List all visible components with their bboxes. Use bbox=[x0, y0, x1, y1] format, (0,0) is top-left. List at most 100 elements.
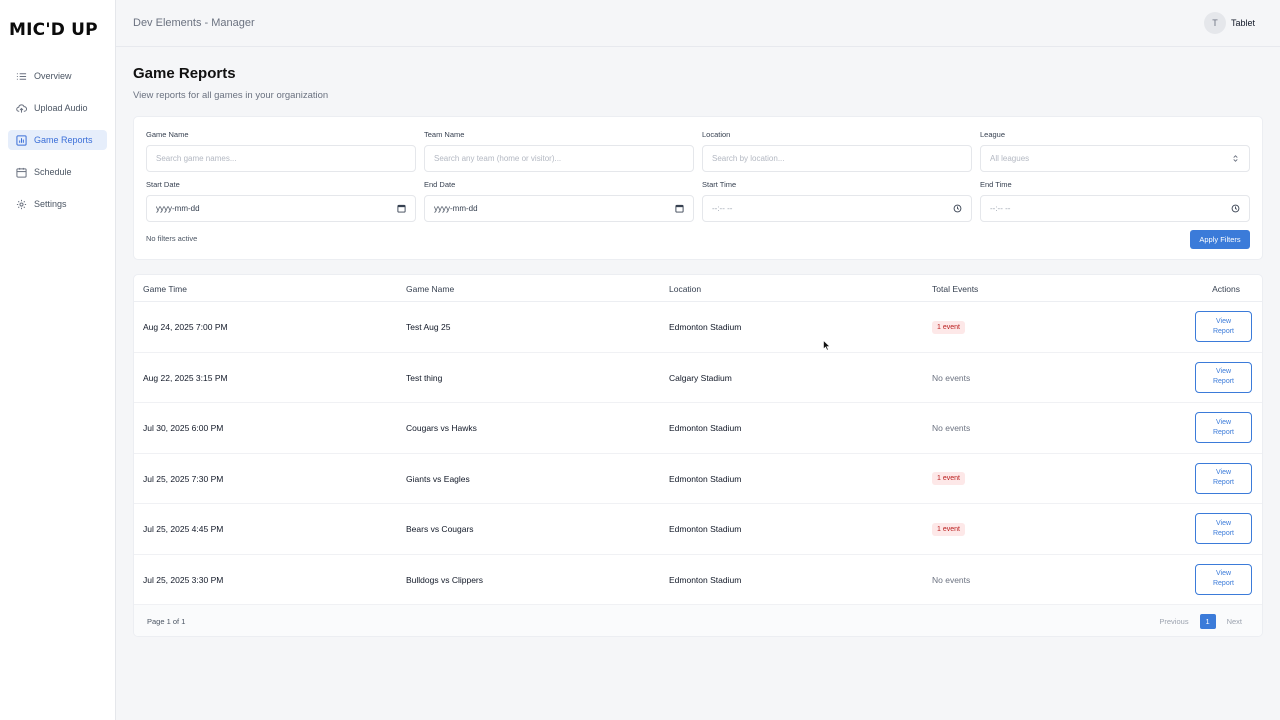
cell-location: Edmonton Stadium bbox=[669, 322, 742, 332]
view-report-label: View Report bbox=[1213, 367, 1234, 387]
sidebar-item-label: Game Reports bbox=[34, 135, 93, 145]
list-icon bbox=[16, 72, 27, 80]
events-text: No events bbox=[932, 423, 971, 433]
start-date-filter: Start Date yyyy-mm-dd bbox=[146, 180, 416, 222]
column-header-game-name: Game Name bbox=[406, 284, 455, 294]
next-page-button[interactable]: Next bbox=[1227, 617, 1242, 626]
start-time-filter: Start Time --:-- -- bbox=[702, 180, 972, 222]
field-label: Start Time bbox=[702, 180, 737, 189]
view-report-label-line-1: View bbox=[1215, 570, 1232, 577]
cell-game-time: Aug 22, 2025 3:15 PM bbox=[143, 372, 228, 383]
cell-total-events: 1 event bbox=[932, 302, 965, 352]
view-report-button[interactable]: View Report bbox=[1195, 361, 1252, 393]
date-placeholder: yyyy-mm-dd bbox=[434, 204, 478, 213]
filters-panel: Game Name Team Name Location League All … bbox=[133, 116, 1263, 260]
time-placeholder: --:-- -- bbox=[990, 204, 1011, 213]
page-info: Page 1 of 1 bbox=[147, 617, 186, 626]
cell-game-name: Test Aug 25 bbox=[406, 322, 451, 332]
field-label: Start Date bbox=[146, 180, 180, 189]
sidebar-item-upload-audio[interactable]: Upload Audio bbox=[8, 98, 107, 118]
page-number-button[interactable]: 1 bbox=[1199, 614, 1216, 629]
page-subtitle: View reports for all games in your organ… bbox=[133, 90, 329, 101]
cell-location: Edmonton Stadium bbox=[669, 524, 742, 534]
cell-total-events: No events bbox=[932, 353, 970, 403]
sidebar-item-game-reports[interactable]: Game Reports bbox=[8, 130, 107, 150]
end-time-input[interactable]: --:-- -- bbox=[980, 195, 1250, 222]
start-time-input[interactable]: --:-- -- bbox=[702, 195, 972, 222]
view-report-label-line-1: View bbox=[1215, 418, 1232, 426]
sidebar-item-label: Upload Audio bbox=[34, 103, 88, 113]
calendar-icon[interactable] bbox=[397, 204, 406, 213]
cell-total-events: 1 event bbox=[932, 454, 965, 504]
sidebar-item-schedule[interactable]: Schedule bbox=[8, 162, 107, 182]
game-reports-table: Game Time Game Name Location Total Event… bbox=[133, 274, 1263, 637]
top-bar: Dev Elements - Manager T Tablet bbox=[116, 0, 1280, 47]
sidebar-item-label: Schedule bbox=[34, 167, 72, 177]
clock-icon[interactable] bbox=[1231, 204, 1240, 213]
user-name[interactable]: Tablet bbox=[1231, 18, 1255, 28]
sidebar-item-settings[interactable]: Settings bbox=[8, 194, 107, 214]
previous-page-button[interactable]: Previous bbox=[1159, 617, 1188, 626]
sidebar-item-label: Settings bbox=[34, 199, 67, 209]
table-row: Aug 24, 2025 7:00 PM Test Aug 25 Edmonton … bbox=[134, 302, 1262, 353]
sidebar-nav: Overview Upload Audio Game Reports Sched… bbox=[8, 66, 107, 226]
field-label: Team Name bbox=[424, 130, 465, 139]
cell-game-time: Jul 25, 2025 7:30 PM bbox=[143, 473, 224, 484]
field-label: Game Name bbox=[146, 130, 189, 139]
user-menu[interactable]: T Tablet bbox=[1203, 12, 1255, 34]
start-date-input[interactable]: yyyy-mm-dd bbox=[146, 195, 416, 222]
clock-icon[interactable] bbox=[953, 204, 962, 213]
view-report-label-line-1: View bbox=[1215, 469, 1232, 476]
view-report-button[interactable]: View Report bbox=[1195, 513, 1252, 544]
end-date-input[interactable]: yyyy-mm-dd bbox=[424, 195, 694, 222]
app-logo[interactable]: MIC'D UP bbox=[9, 20, 98, 40]
end-time-filter: End Time --:-- -- bbox=[980, 180, 1250, 222]
events-badge: 1 event bbox=[932, 472, 965, 485]
calendar-icon bbox=[16, 167, 27, 178]
view-report-label: View Report bbox=[1213, 468, 1234, 488]
view-report-button[interactable]: View Report bbox=[1195, 563, 1252, 595]
table-row: Aug 22, 2025 3:15 PM Test thing Calgary St… bbox=[134, 353, 1262, 403]
cell-total-events: No events bbox=[932, 403, 970, 453]
page-title: Game Reports bbox=[133, 65, 236, 82]
field-label: Location bbox=[702, 130, 731, 139]
game-name-filter: Game Name bbox=[146, 130, 416, 172]
cloud-upload-icon bbox=[16, 103, 27, 113]
view-report-label-line-2: Report bbox=[1212, 378, 1234, 385]
sidebar-item-overview[interactable]: Overview bbox=[8, 66, 107, 86]
view-report-button[interactable]: View Report bbox=[1195, 412, 1252, 443]
cell-game-time: Aug 24, 2025 7:00 PM bbox=[143, 322, 228, 332]
end-date-filter: End Date yyyy-mm-dd bbox=[424, 180, 694, 222]
avatar[interactable]: T bbox=[1203, 12, 1226, 34]
view-report-label-line-1: View bbox=[1215, 317, 1232, 325]
chart-icon bbox=[16, 134, 27, 146]
game-name-input[interactable] bbox=[146, 145, 416, 172]
view-report-label: View Report bbox=[1213, 519, 1234, 539]
calendar-icon[interactable] bbox=[675, 204, 684, 213]
filter-status: No filters active bbox=[146, 234, 198, 243]
cell-location: Edmonton Stadium bbox=[669, 423, 742, 433]
location-input[interactable] bbox=[702, 145, 972, 172]
events-badge: 1 event bbox=[932, 320, 965, 334]
gear-icon bbox=[16, 199, 27, 209]
league-select[interactable]: All leagues bbox=[980, 145, 1250, 172]
team-name-input[interactable] bbox=[424, 145, 694, 172]
column-header-game-time: Game Time bbox=[143, 284, 187, 294]
cell-location: Edmonton Stadium bbox=[669, 574, 742, 585]
org-title: Dev Elements - Manager bbox=[133, 17, 255, 29]
cell-total-events: 1 event bbox=[932, 504, 965, 554]
table-row: Jul 25, 2025 3:30 PM Bulldogs vs Clippers… bbox=[134, 555, 1262, 605]
sidebar: MIC'D UP Overview Upload Audio Game Repo… bbox=[0, 0, 116, 720]
mouse-cursor-icon bbox=[823, 340, 831, 351]
field-label: End Date bbox=[424, 180, 456, 189]
view-report-label-line-2: Report bbox=[1212, 580, 1234, 587]
view-report-label: View Report bbox=[1213, 569, 1234, 589]
apply-filters-button[interactable]: Apply Filters bbox=[1190, 230, 1250, 249]
cell-game-time: Jul 25, 2025 3:30 PM bbox=[143, 574, 224, 585]
view-report-button[interactable]: View Report bbox=[1195, 311, 1252, 342]
table-row: Jul 25, 2025 4:45 PM Bears vs Cougars Edmo… bbox=[134, 504, 1262, 555]
cell-game-name: Test thing bbox=[406, 372, 443, 383]
view-report-button[interactable]: View Report bbox=[1195, 462, 1252, 494]
cell-game-time: Jul 25, 2025 4:45 PM bbox=[143, 524, 224, 534]
view-report-label-line-2: Report bbox=[1212, 529, 1234, 537]
